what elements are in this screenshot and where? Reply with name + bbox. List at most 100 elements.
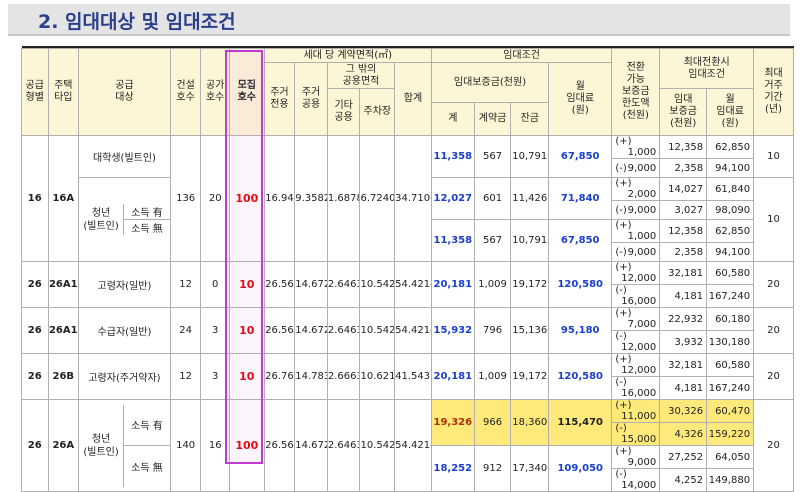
cell-vacant: 0 bbox=[200, 261, 230, 308]
cell-conv: (+) 1,000 bbox=[611, 219, 661, 243]
cell-htype: 26A1 bbox=[47, 261, 80, 308]
hdr-contract: 계약금 bbox=[473, 102, 512, 136]
cell-period: 10 bbox=[753, 135, 794, 178]
income-no-label: 소득 無 bbox=[131, 462, 163, 474]
cell-shared: 14.6726 bbox=[294, 399, 328, 492]
section-header: 2. 임대대상 및 임대조건 bbox=[8, 4, 790, 36]
cell-recruit: 10 bbox=[228, 307, 265, 354]
cell-excl: 26.56 bbox=[263, 399, 296, 492]
cell-conv: (+) 7,000 bbox=[611, 307, 661, 331]
cell-max-dep: 2,358 bbox=[659, 158, 708, 178]
cell-period: 20 bbox=[753, 261, 794, 308]
cell-type: 26 bbox=[21, 353, 49, 400]
hdr-area-group: 세대 당 계약면적(㎡) bbox=[263, 48, 432, 63]
cell-other: 2.6463 bbox=[326, 261, 361, 308]
cell-max-rent: 60,580 bbox=[706, 261, 755, 285]
cell-conv: (+) 12,000 bbox=[611, 353, 661, 377]
hdr-conv-limit: 전환 가능 보증금 한도액 (천원) bbox=[611, 48, 661, 136]
cell-balance: 10,791 bbox=[510, 219, 550, 262]
cell-contract: 796 bbox=[473, 307, 512, 354]
cell-max-rent: 60,580 bbox=[706, 353, 755, 377]
cell-rent: 120,580 bbox=[548, 261, 613, 308]
hdr-vacant: 공가 호수 bbox=[200, 48, 230, 136]
cell-built: 140 bbox=[169, 399, 202, 492]
cell-max-rent: 167,240 bbox=[706, 284, 755, 308]
cell-max-rent: 130,180 bbox=[706, 330, 755, 354]
cell-max-rent: 62,850 bbox=[706, 219, 755, 243]
hdr-recruit: 모집 호수 bbox=[228, 48, 265, 136]
cell-max-dep: 14,027 bbox=[659, 177, 708, 201]
table-row: 26 26A1 수급자(일반) 24 3 10 26.56 14.6726 2.… bbox=[21, 307, 794, 354]
cell-max-rent: 94,100 bbox=[706, 158, 755, 178]
table-row: 26 26B 고령자(주거약자) 12 3 10 26.76 14.7831 2… bbox=[21, 353, 794, 400]
cell-conv: (+) 9,000 bbox=[611, 445, 661, 469]
cell-balance: 17,340 bbox=[510, 445, 550, 492]
cell-max-dep: 3,027 bbox=[659, 200, 708, 220]
cell-deposit: 20,181 bbox=[430, 353, 475, 400]
cell-shared: 14.7831 bbox=[294, 353, 328, 400]
cell-contract: 567 bbox=[473, 219, 512, 262]
cell-max-rent: 167,240 bbox=[706, 376, 755, 400]
cell-period: 10 bbox=[753, 177, 794, 262]
cell-max-rent: 61,840 bbox=[706, 177, 755, 201]
cell-recruit: 100 bbox=[228, 399, 265, 492]
cell-max-dep: 4,181 bbox=[659, 376, 708, 400]
cell-max-dep: 12,358 bbox=[659, 219, 708, 243]
cell-conv: (+) 2,000 bbox=[611, 177, 661, 201]
cell-built: 24 bbox=[169, 307, 202, 354]
cell-max-dep: 22,932 bbox=[659, 307, 708, 331]
cell-max-dep: 30,326 bbox=[659, 399, 708, 423]
cell-rent: 71,840 bbox=[548, 177, 613, 220]
youth-label: 청년 (빌트인) bbox=[83, 433, 119, 458]
hdr-rent: 월 임대료 (원) bbox=[548, 62, 613, 136]
cell-parking: 10.5425 bbox=[359, 399, 396, 492]
cell-rent: 120,580 bbox=[548, 353, 613, 400]
cell-excl: 26.76 bbox=[263, 353, 296, 400]
hdr-built: 건설 호수 bbox=[169, 48, 202, 136]
cell-max-dep: 27,252 bbox=[659, 445, 708, 469]
cell-total: 41.5431 bbox=[394, 353, 432, 400]
cell-deposit: 15,932 bbox=[430, 307, 475, 354]
cell-shared: 14.6726 bbox=[294, 261, 328, 308]
cell-max-dep: 32,181 bbox=[659, 353, 708, 377]
cell-max-rent: 159,220 bbox=[706, 422, 755, 446]
cell-period: 20 bbox=[753, 353, 794, 400]
hdr-shared: 주거 공용 bbox=[294, 62, 328, 136]
cell-rent: 109,050 bbox=[548, 445, 613, 492]
cell-balance: 11,426 bbox=[510, 177, 550, 220]
cell-balance: 19,172 bbox=[510, 353, 550, 400]
cell-conv: (-) 9,000 bbox=[611, 242, 661, 262]
cell-parking: 6.7240 bbox=[359, 135, 396, 262]
hdr-period: 최대 거주 기간 (년) bbox=[753, 48, 794, 136]
cell-conv: (-) 12,000 bbox=[611, 330, 661, 354]
cell-deposit: 18,252 bbox=[430, 445, 475, 492]
hdr-housing-type: 주택 타입 bbox=[47, 48, 80, 136]
cell-deposit: 11,358 bbox=[430, 135, 475, 178]
cell-deposit: 20,181 bbox=[430, 261, 475, 308]
cell-target: 대학생(빌트인) bbox=[78, 135, 171, 178]
cell-parking: 10.5425 bbox=[359, 261, 396, 308]
cell-conv: (-) 14,000 bbox=[611, 468, 661, 492]
cell-conv: (+) 12,000 bbox=[611, 261, 661, 285]
cell-max-rent: 64,050 bbox=[706, 445, 755, 469]
income-no-label: 소득 無 bbox=[131, 224, 163, 235]
cell-max-rent: 60,470 bbox=[706, 399, 755, 423]
cell-excl: 16.94 bbox=[263, 135, 296, 262]
cell-total: 34.7100 bbox=[394, 135, 432, 262]
cell-excl: 26.56 bbox=[263, 261, 296, 308]
cell-parking: 10.6219 bbox=[359, 353, 396, 400]
table-row: 16 16A 대학생(빌트인) 136 20 100 16.94 9.3582 … bbox=[21, 135, 794, 262]
cell-target-youth: 청년 (빌트인) 소득 有 소득 無 bbox=[78, 399, 171, 492]
cell-max-dep: 12,358 bbox=[659, 135, 708, 159]
cell-shared: 9.3582 bbox=[294, 135, 328, 262]
cell-built: 12 bbox=[169, 261, 202, 308]
cell-max-rent: 60,180 bbox=[706, 307, 755, 331]
cell-contract: 1,009 bbox=[473, 261, 512, 308]
cell-total: 54.4214 bbox=[394, 307, 432, 354]
cell-period: 20 bbox=[753, 307, 794, 354]
cell-contract: 601 bbox=[473, 177, 512, 220]
cell-vacant: 20 bbox=[200, 135, 230, 262]
cell-other: 2.6463 bbox=[326, 399, 361, 492]
hdr-target: 공급 대상 bbox=[78, 48, 171, 136]
cell-balance: 18,360 bbox=[510, 399, 550, 446]
